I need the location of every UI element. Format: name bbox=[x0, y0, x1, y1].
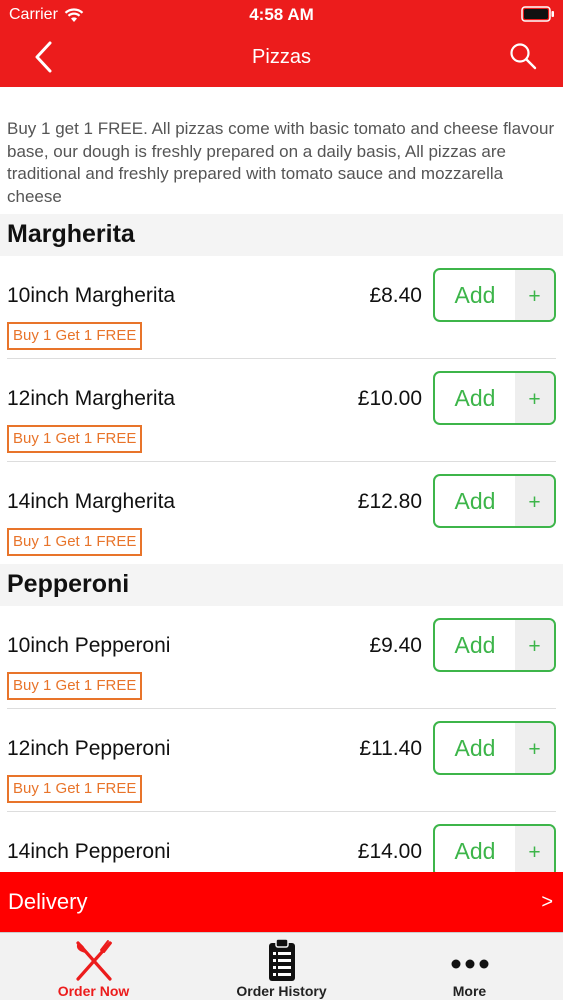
add-label: Add bbox=[454, 385, 496, 411]
item-price: £10.00 bbox=[357, 387, 422, 410]
item-price: £14.00 bbox=[357, 840, 422, 863]
page-title: Pizzas bbox=[252, 46, 311, 68]
tab-label: More bbox=[452, 983, 487, 999]
offer-badge: Buy 1 Get 1 FREE bbox=[7, 425, 143, 453]
clipboard-list-icon bbox=[268, 938, 295, 981]
item-name: 10inch Pepperoni bbox=[7, 634, 171, 657]
plus-icon: + bbox=[515, 826, 554, 876]
app-header: Carrier 4:58 AM Pizzas bbox=[0, 0, 563, 87]
menu-item: 12inch Pepperoni £11.40 Buy 1 Get 1 FREE… bbox=[7, 709, 556, 812]
add-label: Add bbox=[454, 488, 496, 514]
add-label: Add bbox=[454, 838, 496, 864]
section-header-margherita: Margherita bbox=[0, 214, 563, 256]
menu-item: 10inch Margherita £8.40 Buy 1 Get 1 FREE… bbox=[7, 256, 556, 359]
add-button[interactable]: Add + bbox=[433, 618, 556, 672]
add-label: Add bbox=[454, 282, 496, 308]
fork-knife-icon bbox=[75, 940, 112, 981]
add-button[interactable]: Add + bbox=[433, 474, 556, 528]
add-label: Add bbox=[454, 735, 496, 761]
item-name: 10inch Margherita bbox=[7, 284, 176, 307]
tab-bar: Order Now Order History More bbox=[0, 932, 563, 1000]
item-price: £9.40 bbox=[369, 634, 422, 657]
more-dots-icon bbox=[451, 959, 488, 969]
item-price: £12.80 bbox=[357, 490, 422, 513]
offer-badge: Buy 1 Get 1 FREE bbox=[7, 672, 143, 700]
menu-item: 14inch Margherita £12.80 Buy 1 Get 1 FRE… bbox=[7, 462, 556, 565]
chevron-right-icon: > bbox=[541, 891, 553, 913]
tab-more[interactable]: More bbox=[376, 933, 563, 1000]
add-button[interactable]: Add + bbox=[433, 268, 556, 322]
add-label: Add bbox=[454, 632, 496, 658]
offer-badge: Buy 1 Get 1 FREE bbox=[7, 322, 143, 350]
add-button[interactable]: Add + bbox=[433, 721, 556, 775]
battery-icon bbox=[521, 6, 554, 22]
item-name: 14inch Margherita bbox=[7, 490, 176, 513]
menu-item: 12inch Margherita £10.00 Buy 1 Get 1 FRE… bbox=[7, 359, 556, 462]
plus-icon: + bbox=[515, 723, 554, 773]
item-price: £11.40 bbox=[359, 737, 422, 760]
plus-icon: + bbox=[515, 476, 554, 526]
tab-label: Order Now bbox=[57, 983, 130, 999]
item-name: 14inch Pepperoni bbox=[7, 840, 171, 863]
section-title: Pepperoni bbox=[7, 570, 130, 598]
item-name: 12inch Margherita bbox=[7, 387, 176, 410]
section-title: Margherita bbox=[7, 220, 135, 248]
category-description: Buy 1 get 1 FREE. All pizzas come with b… bbox=[7, 119, 555, 206]
search-icon[interactable] bbox=[509, 42, 537, 70]
tab-order-history[interactable]: Order History bbox=[188, 933, 375, 1000]
plus-icon: + bbox=[515, 373, 554, 423]
section-header-pepperoni: Pepperoni bbox=[0, 564, 563, 606]
status-time: 4:58 AM bbox=[249, 5, 314, 24]
plus-icon: + bbox=[515, 620, 554, 670]
offer-badge: Buy 1 Get 1 FREE bbox=[7, 528, 143, 556]
tab-order-now[interactable]: Order Now bbox=[0, 933, 187, 1000]
tab-label: Order History bbox=[236, 983, 327, 999]
offer-badge: Buy 1 Get 1 FREE bbox=[7, 775, 143, 803]
plus-icon: + bbox=[515, 270, 554, 320]
item-name: 12inch Pepperoni bbox=[7, 737, 171, 760]
item-price: £8.40 bbox=[369, 284, 422, 307]
delivery-label: Delivery bbox=[8, 889, 88, 914]
add-button[interactable]: Add + bbox=[433, 371, 556, 425]
menu-item: 10inch Pepperoni £9.40 Buy 1 Get 1 FREE … bbox=[7, 606, 556, 709]
delivery-bar[interactable]: Delivery > bbox=[0, 872, 563, 932]
add-button[interactable]: Add + bbox=[433, 824, 556, 878]
status-bar: Carrier 4:58 AM bbox=[0, 0, 563, 30]
